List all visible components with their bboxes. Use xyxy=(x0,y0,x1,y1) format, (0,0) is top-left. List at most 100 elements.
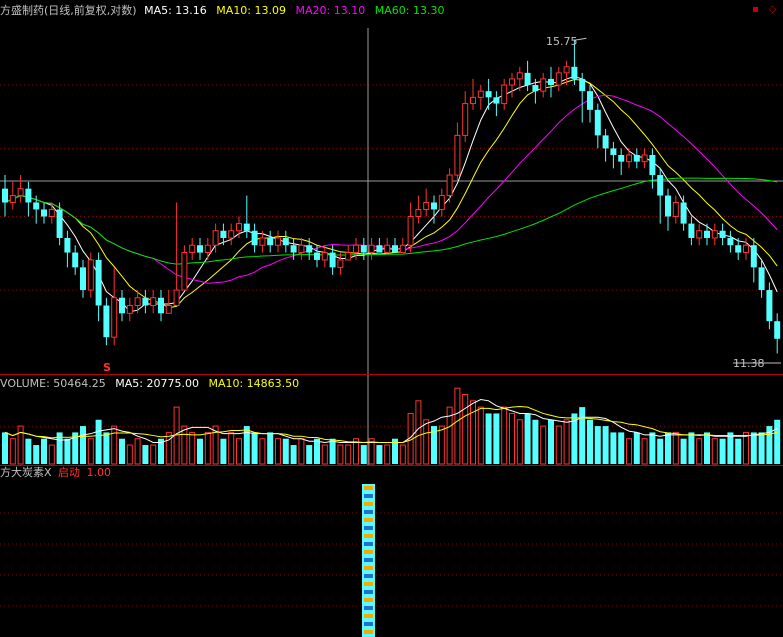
volume-bar xyxy=(228,431,235,465)
indicator-chart[interactable] xyxy=(0,466,783,637)
candle-body xyxy=(298,244,305,254)
volume-bar xyxy=(610,432,617,464)
volume-bar xyxy=(626,438,632,465)
volume-bar xyxy=(189,431,196,465)
candle-body xyxy=(290,245,297,253)
low-price-label: 11.38 xyxy=(733,357,765,370)
candle-body xyxy=(48,208,55,218)
candle-body xyxy=(563,66,570,74)
candle-body xyxy=(704,230,710,238)
volume-bar xyxy=(477,406,484,465)
candle-body xyxy=(275,237,281,246)
candle-body xyxy=(360,245,367,253)
volume-bar xyxy=(711,438,718,465)
candle-body xyxy=(672,201,679,218)
volume-bar xyxy=(462,393,469,465)
volume-bar xyxy=(259,438,266,465)
volume-bar xyxy=(2,432,8,464)
indicator-signal-stripe xyxy=(364,510,373,514)
candle-body xyxy=(431,202,437,210)
candle-body xyxy=(189,244,196,254)
indicator-signal: 启动 xyxy=(58,466,81,479)
minimize-button[interactable]: ▪ xyxy=(750,4,761,15)
candle-body xyxy=(345,252,352,261)
volume-bar xyxy=(470,400,476,465)
volume-bar xyxy=(103,432,110,464)
candle-body xyxy=(329,252,336,268)
candle-body xyxy=(743,244,749,254)
indicator-signal-stripe xyxy=(364,486,373,490)
price-chart[interactable] xyxy=(0,0,783,374)
ma60-label: MA60: 13.30 xyxy=(374,4,445,17)
candle-body xyxy=(477,90,484,98)
indicator-signal-stripe xyxy=(364,502,373,506)
candle-body xyxy=(87,259,94,291)
high-price-label: 15.75 xyxy=(546,35,578,48)
volume-bar xyxy=(485,413,492,464)
volume-bar xyxy=(696,438,703,465)
candle-body xyxy=(41,209,47,217)
volume-bar xyxy=(727,432,734,464)
candle-body xyxy=(134,297,141,306)
price-panel[interactable]: 方盛制药(日线,前复权,对数) MA5: 13.16 MA10: 13.09 M… xyxy=(0,0,783,374)
candle-body xyxy=(516,72,523,80)
volume-bar xyxy=(290,445,297,464)
volume-bar xyxy=(119,438,125,464)
candle-body xyxy=(95,259,102,306)
volume-bar xyxy=(87,438,94,465)
close-button[interactable]: ◇ xyxy=(767,4,778,15)
candle-body xyxy=(454,134,461,176)
volume-panel[interactable]: VOLUME: 50464.25 MA5: 20775.00 MA10: 148… xyxy=(0,375,783,465)
candle-body xyxy=(750,245,757,268)
stock-title: 方盛制药(日线,前复权,对数) xyxy=(0,4,137,17)
volume-bar xyxy=(719,438,726,464)
volume-bar xyxy=(126,444,133,465)
volume-bar xyxy=(633,432,640,464)
indicator-signal-stripe xyxy=(364,622,373,626)
volume-bar xyxy=(48,444,55,465)
volume-bar xyxy=(540,425,547,465)
volume-bar xyxy=(516,419,523,465)
indicator-signal-stripe xyxy=(364,606,373,610)
candle-body xyxy=(587,91,593,110)
candle-body xyxy=(618,155,625,162)
ma10-label: MA10: 13.09 xyxy=(216,4,287,17)
volume-bar xyxy=(25,438,32,464)
indicator-signal-stripe xyxy=(364,574,373,578)
volume-bar xyxy=(197,438,203,464)
volume-bar xyxy=(142,445,149,464)
candle-body xyxy=(711,230,718,239)
candle-body xyxy=(204,244,211,254)
volume-bar xyxy=(337,444,344,465)
volume-bar xyxy=(587,419,593,464)
volume-bar xyxy=(532,419,539,464)
candle-body xyxy=(571,66,578,79)
volume-bar xyxy=(314,438,320,464)
candle-body xyxy=(555,72,562,86)
volume-bar xyxy=(181,425,188,465)
volume-bar xyxy=(680,438,687,464)
candle-body xyxy=(228,230,235,239)
volume-bar xyxy=(774,419,781,464)
indicator-panel[interactable]: 方大炭素X 启动 1.00 xyxy=(0,466,783,637)
volume-bar xyxy=(321,444,328,465)
volume-bar xyxy=(743,431,749,465)
candle-body xyxy=(314,252,320,260)
candle-body xyxy=(64,237,71,253)
volume-bar xyxy=(579,407,586,464)
candle-body xyxy=(548,78,554,86)
volume-bar xyxy=(415,400,422,465)
volume-bar xyxy=(306,445,313,464)
candle-body xyxy=(423,201,430,210)
ma20-label: MA20: 13.10 xyxy=(295,4,366,17)
candle-body xyxy=(376,245,383,253)
candle-body xyxy=(150,297,157,306)
candle-body xyxy=(594,109,601,136)
candle-body xyxy=(80,267,86,291)
volume-bar xyxy=(735,438,742,464)
volume-bar xyxy=(423,419,430,465)
volume-bar xyxy=(493,413,500,464)
candle-body xyxy=(220,230,227,238)
candle-body xyxy=(735,245,742,253)
indicator-signal-stripe xyxy=(364,630,373,634)
